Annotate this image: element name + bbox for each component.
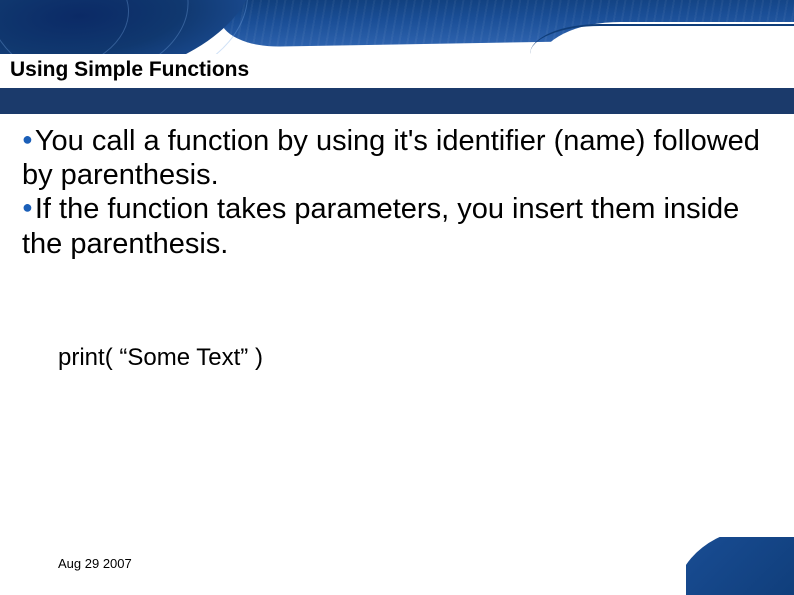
header-corner-left bbox=[0, 0, 263, 54]
slide-title: Using Simple Functions bbox=[10, 58, 249, 82]
body-content: ●You call a function by using it's ident… bbox=[22, 124, 762, 261]
bullet-item: ●If the function takes parameters, you i… bbox=[22, 192, 762, 260]
header-arcs bbox=[0, 0, 243, 54]
bullet-item: ●You call a function by using it's ident… bbox=[22, 124, 762, 192]
bullet-text: You call a function by using it's identi… bbox=[22, 125, 760, 191]
slide: Using Simple Functions ●You call a funct… bbox=[0, 0, 794, 595]
title-underline-band bbox=[0, 88, 794, 114]
footer-corner-edge bbox=[686, 537, 794, 595]
bullet-text: If the function takes parameters, you in… bbox=[22, 193, 739, 259]
code-example: print( “Some Text” ) bbox=[58, 344, 263, 372]
footer-date: Aug 29 2007 bbox=[58, 556, 132, 571]
bullet-dot-icon: ● bbox=[22, 129, 33, 149]
footer-corner-decoration bbox=[686, 537, 794, 595]
bullet-dot-icon: ● bbox=[22, 197, 33, 217]
header-curve-line bbox=[530, 24, 794, 54]
header-decoration bbox=[0, 0, 794, 54]
